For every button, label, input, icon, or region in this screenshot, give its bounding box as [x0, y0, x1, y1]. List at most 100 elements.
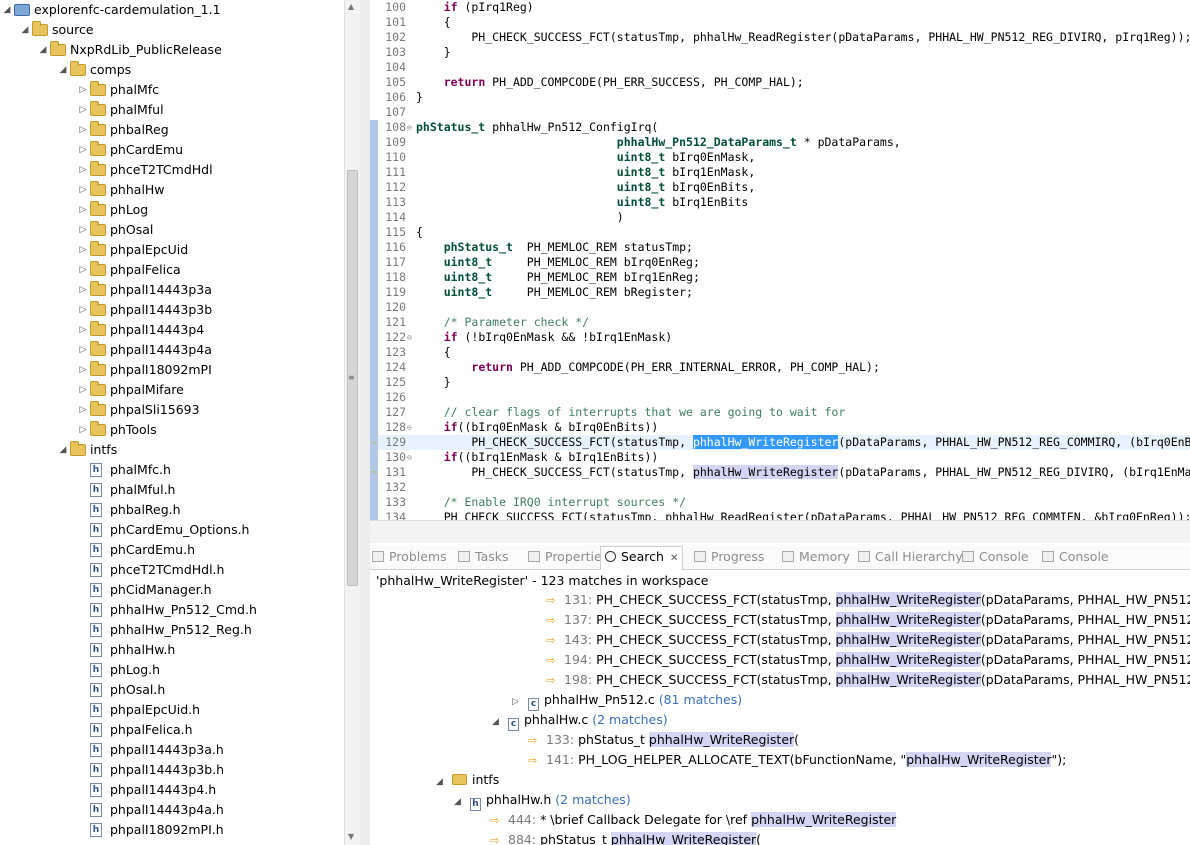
tree-item[interactable]: h phCidManager.h — [0, 580, 344, 600]
editor-horizontal-scrollbar[interactable] — [370, 520, 1190, 543]
tree-item[interactable]: ◢ intfs — [0, 440, 344, 460]
tree-item[interactable]: ▷ phpalEpcUid — [0, 240, 344, 260]
code-line[interactable]: 101 { — [370, 15, 1190, 30]
collapsed-arrow-icon[interactable]: ▷ — [78, 220, 88, 240]
code-line[interactable]: 110 uint8_t bIrq0EnMask, — [370, 150, 1190, 165]
tree-item[interactable]: ▷ phLog — [0, 200, 344, 220]
tab-progress[interactable]: Progress — [694, 547, 764, 567]
tree-item[interactable]: h phalMful.h — [0, 480, 344, 500]
collapsed-arrow-icon[interactable]: ▷ — [78, 120, 88, 140]
tab-console-2[interactable]: Console — [1042, 547, 1109, 567]
fold-toggle-icon[interactable]: ⊖ — [407, 420, 412, 435]
tab-problems[interactable]: Problems — [372, 547, 447, 567]
expanded-arrow-icon[interactable]: ◢ — [58, 60, 68, 80]
expanded-arrow-icon[interactable]: ◢ — [38, 40, 48, 60]
code-line[interactable]: 127 // clear flags of interrupts that we… — [370, 405, 1190, 420]
tree-item[interactable]: h phCardEmu.h — [0, 540, 344, 560]
search-tree-node[interactable]: ◢ intfs — [436, 770, 499, 790]
tree-item[interactable]: ▷ phpalI14443p4a — [0, 340, 344, 360]
expanded-arrow-icon[interactable]: ◢ — [2, 0, 12, 20]
collapsed-arrow-icon[interactable]: ▷ — [78, 340, 88, 360]
code-line[interactable]: 114 ) — [370, 210, 1190, 225]
tree-item[interactable]: h phLog.h — [0, 660, 344, 680]
tree-item[interactable]: ▷ phCardEmu — [0, 140, 344, 160]
search-match-row[interactable]: ⇨ 137: PH_CHECK_SUCCESS_FCT(statusTmp, ph… — [546, 610, 1190, 630]
fold-toggle-icon[interactable]: ⊖ — [407, 330, 412, 345]
search-match-row[interactable]: ⇨ 131: PH_CHECK_SUCCESS_FCT(statusTmp, ph… — [546, 590, 1190, 610]
search-match-row[interactable]: ⇨ 884: phStatus_t phhalHw_WriteRegister( — [490, 830, 761, 845]
code-line[interactable]: ⇨ 129 PH_CHECK_SUCCESS_FCT(statusTmp, phh… — [370, 435, 1190, 450]
tab-search[interactable]: Search ✕ — [600, 546, 684, 570]
code-line[interactable]: 105 return PH_ADD_COMPCODE(PH_ERR_SUCCES… — [370, 75, 1190, 90]
tree-item[interactable]: h phhalHw_Pn512_Cmd.h — [0, 600, 344, 620]
tree-item[interactable]: ▷ phpalI14443p3b — [0, 300, 344, 320]
close-icon[interactable]: ✕ — [670, 553, 678, 564]
code-line[interactable]: 121 /* Parameter check */ — [370, 315, 1190, 330]
fold-toggle-icon[interactable]: ⊖ — [407, 120, 412, 135]
tab-tasks[interactable]: Tasks — [458, 547, 509, 567]
tree-vertical-scrollbar[interactable]: ▲ ≡ ▼ — [344, 0, 360, 845]
code-line[interactable]: 109 phhalHw_Pn512_DataParams_t * pDataPa… — [370, 135, 1190, 150]
tree-item[interactable]: h phOsal.h — [0, 680, 344, 700]
tree-item[interactable]: ▷ phhalHw — [0, 180, 344, 200]
fold-toggle-icon[interactable]: ⊖ — [407, 450, 412, 465]
tree-item[interactable]: h phalMfc.h — [0, 460, 344, 480]
search-tree-node[interactable]: ◢ c phhalHw.c (2 matches) — [492, 710, 668, 731]
code-line[interactable]: 112 uint8_t bIrq0EnBits, — [370, 180, 1190, 195]
tree-item[interactable]: ▷ phpalFelica — [0, 260, 344, 280]
code-line[interactable]: 102 PH_CHECK_SUCCESS_FCT(statusTmp, phha… — [370, 30, 1190, 45]
tree-item[interactable]: h phpalI14443p4.h — [0, 780, 344, 800]
collapsed-arrow-icon[interactable]: ▷ — [78, 420, 88, 440]
tab-console[interactable]: Console — [962, 547, 1029, 567]
code-line[interactable]: 133 /* Enable IRQ0 interrupt sources */ — [370, 495, 1190, 510]
collapsed-arrow-icon[interactable]: ▷ — [512, 692, 522, 712]
tree-item[interactable]: h phpalI18092mPI.h — [0, 820, 344, 840]
tree-item[interactable]: ◢ explorenfc-cardemulation_1.1 — [0, 0, 344, 20]
search-match-row[interactable]: ⇨ 143: PH_CHECK_SUCCESS_FCT(statusTmp, ph… — [546, 630, 1190, 650]
search-match-row[interactable]: ⇨ 141: PH_LOG_HELPER_ALLOCATE_TEXT(bFunct… — [528, 750, 1066, 770]
collapsed-arrow-icon[interactable]: ▷ — [78, 320, 88, 340]
tree-item[interactable]: ▷ phpalI14443p4 — [0, 320, 344, 340]
collapsed-arrow-icon[interactable]: ▷ — [78, 280, 88, 300]
code-line[interactable]: 132 — [370, 480, 1190, 495]
collapsed-arrow-icon[interactable]: ▷ — [78, 140, 88, 160]
tree-item[interactable]: ▷ phpalMifare — [0, 380, 344, 400]
scroll-down-arrow-icon[interactable]: ▼ — [348, 832, 354, 841]
tree-item[interactable]: ▷ phalMful — [0, 100, 344, 120]
tree-item[interactable]: h phCardEmu_Options.h — [0, 520, 344, 540]
code-line[interactable]: 119 uint8_t PH_MEMLOC_REM bRegister; — [370, 285, 1190, 300]
expanded-arrow-icon[interactable]: ◢ — [436, 772, 446, 792]
code-line[interactable]: 104 — [370, 60, 1190, 75]
collapsed-arrow-icon[interactable]: ▷ — [78, 260, 88, 280]
tree-item[interactable]: ◢ comps — [0, 60, 344, 80]
tab-properties[interactable]: Properties — [528, 547, 608, 567]
tree-item[interactable]: h phpalFelica.h — [0, 720, 344, 740]
search-tree-node[interactable]: ◢ h phhalHw.h (2 matches) — [454, 790, 631, 811]
search-match-row[interactable]: ⇨ 444: * \brief Callback Delegate for \re… — [490, 810, 897, 830]
pane-divider[interactable] — [360, 0, 370, 845]
tree-item[interactable]: h phhalHw.h — [0, 640, 344, 660]
tree-item[interactable]: h phpalI14443p3a.h — [0, 740, 344, 760]
code-line[interactable]: 116 phStatus_t PH_MEMLOC_REM statusTmp; — [370, 240, 1190, 255]
collapsed-arrow-icon[interactable]: ▷ — [78, 200, 88, 220]
tree-item[interactable]: h phpalEpcUid.h — [0, 700, 344, 720]
collapsed-arrow-icon[interactable]: ▷ — [78, 360, 88, 380]
tree-item[interactable]: ◢ NxpRdLib_PublicRelease — [0, 40, 344, 60]
search-tree-node[interactable]: ▷ c phhalHw_Pn512.c (81 matches) — [512, 690, 742, 712]
search-match-row[interactable]: ⇨ 198: PH_CHECK_SUCCESS_FCT(statusTmp, ph… — [546, 670, 1190, 690]
code-line[interactable]: 128 ⊖ if((bIrq0EnMask & bIrq0EnBits)) — [370, 420, 1190, 435]
tree-item[interactable]: h phpalI14443p4a.h — [0, 800, 344, 820]
collapsed-arrow-icon[interactable]: ▷ — [78, 160, 88, 180]
scroll-up-arrow-icon[interactable]: ▲ — [348, 2, 354, 11]
code-line[interactable]: 120 — [370, 300, 1190, 315]
search-match-row[interactable]: ⇨ 133: phStatus_t phhalHw_WriteRegister( — [528, 730, 799, 750]
code-line[interactable]: 111 uint8_t bIrq1EnMask, — [370, 165, 1190, 180]
expanded-arrow-icon[interactable]: ◢ — [20, 20, 30, 40]
collapsed-arrow-icon[interactable]: ▷ — [78, 300, 88, 320]
collapsed-arrow-icon[interactable]: ▷ — [78, 400, 88, 420]
project-explorer-tree[interactable]: ◢ explorenfc-cardemulation_1.1 ◢ source ◢ Nxp… — [0, 0, 344, 845]
code-line[interactable]: 134 PH_CHECK_SUCCESS_FCT(statusTmp, phha… — [370, 510, 1190, 520]
collapsed-arrow-icon[interactable]: ▷ — [78, 180, 88, 200]
tree-item[interactable]: ▷ phceT2TCmdHdl — [0, 160, 344, 180]
collapsed-arrow-icon[interactable]: ▷ — [78, 80, 88, 100]
